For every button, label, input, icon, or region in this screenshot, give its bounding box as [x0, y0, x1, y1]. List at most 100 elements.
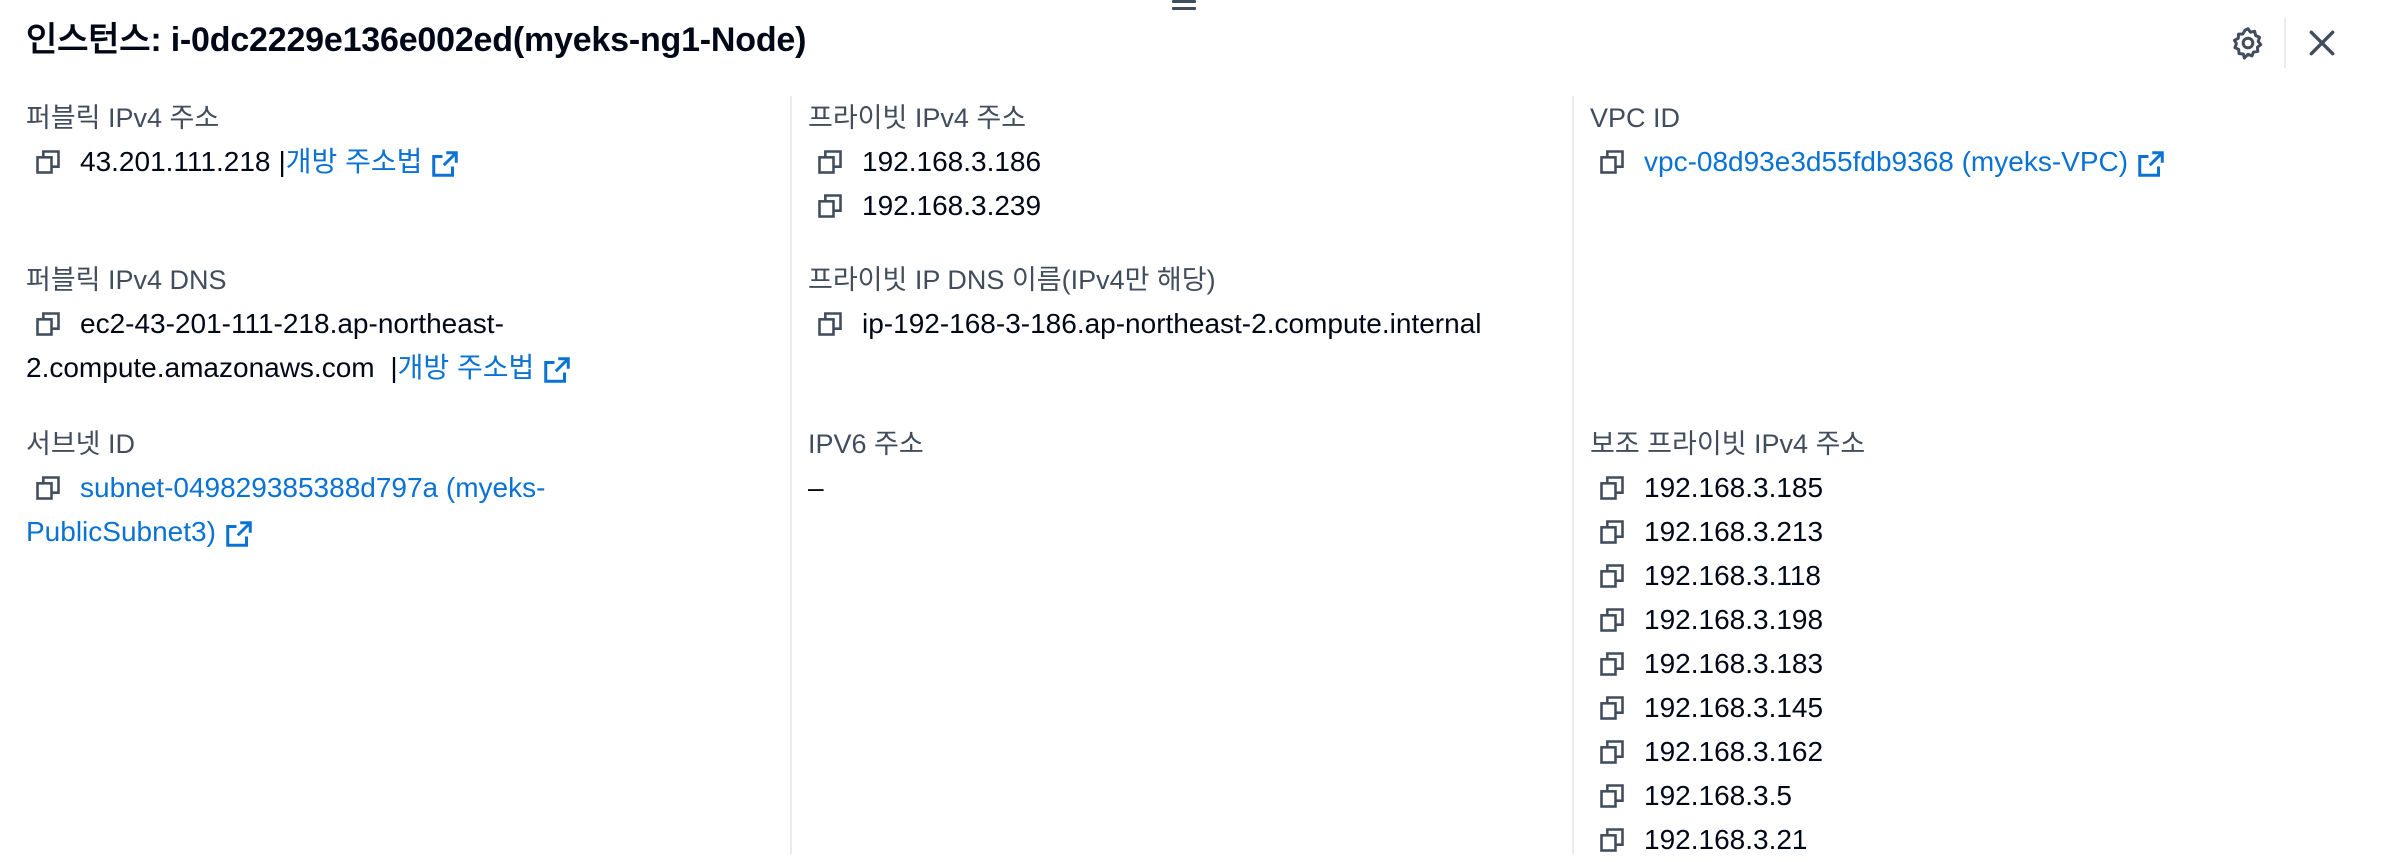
resize-handle-icon[interactable]: [1172, 0, 1196, 14]
external-link-icon: [2136, 149, 2166, 179]
copy-icon: [1600, 608, 1624, 632]
secondary-private-ipv4-field: 보조 프라이빗 IPv4 주소 192.168.3.185 192.168.3.…: [1590, 422, 2350, 862]
open-address-link[interactable]: 개방 주소법: [398, 352, 573, 383]
copy-button[interactable]: [1590, 598, 1634, 642]
column-divider: [790, 96, 792, 854]
ip-value: 192.168.3.213: [1644, 516, 1824, 547]
field-label: 퍼블릭 IPv4 주소: [26, 103, 220, 133]
copy-icon: [1600, 740, 1624, 764]
subnet-id-field: 서브넷 ID subnet-049829385388d797a (myeks- …: [26, 422, 766, 554]
column-divider: [1572, 96, 1574, 854]
ip-value: 192.168.3.145: [1644, 692, 1824, 723]
copy-button[interactable]: [1590, 510, 1634, 554]
external-link-icon: [224, 519, 254, 549]
copy-button[interactable]: [1590, 140, 1634, 184]
link-label: 개방 주소법: [285, 146, 423, 177]
copy-button[interactable]: [808, 302, 852, 346]
ipv6-field: IPV6 주소 –: [808, 422, 1548, 510]
ip-value: 192.168.3.21: [1644, 824, 1808, 855]
private-dns-value: ip-192-168-3-186.ap-northeast-2.compute.…: [862, 308, 1482, 339]
copy-icon: [1600, 520, 1624, 544]
external-link-icon: [430, 149, 460, 179]
list-item: 192.168.3.118: [1590, 554, 2350, 598]
vpc-link[interactable]: vpc-08d93e3d55fdb9368 (myeks-VPC): [1644, 140, 2166, 184]
copy-button[interactable]: [1590, 818, 1634, 862]
copy-button[interactable]: [1590, 686, 1634, 730]
copy-button[interactable]: [808, 140, 852, 184]
secondary-ip-list: 192.168.3.185 192.168.3.213 192.168.3.11…: [1590, 466, 2350, 862]
gear-icon: [2233, 27, 2263, 60]
ipv6-value: –: [808, 472, 824, 503]
public-ipv4-value: 43.201.111.218: [80, 146, 271, 177]
copy-button[interactable]: [1590, 554, 1634, 598]
list-item: 192.168.3.145: [1590, 686, 2350, 730]
close-button[interactable]: [2300, 21, 2344, 65]
copy-button[interactable]: [26, 140, 70, 184]
settings-button[interactable]: [2226, 21, 2270, 65]
header-divider: [2284, 18, 2286, 68]
list-item: 192.168.3.239: [808, 184, 1548, 228]
header-actions: [2226, 18, 2344, 68]
copy-icon: [818, 194, 842, 218]
separator: |: [278, 146, 286, 177]
list-item: 192.168.3.186: [808, 140, 1548, 184]
copy-button[interactable]: [26, 302, 70, 346]
copy-icon: [818, 312, 842, 336]
list-item: 192.168.3.21: [1590, 818, 2350, 862]
copy-icon: [1600, 828, 1624, 852]
list-item: 192.168.3.5: [1590, 774, 2350, 818]
link-label: vpc-08d93e3d55fdb9368 (myeks-VPC): [1644, 146, 2129, 177]
field-value-row: ec2-43-201-111-218.ap-northeast-: [26, 302, 766, 346]
copy-icon: [1600, 476, 1624, 500]
ip-value: 192.168.3.239: [862, 190, 1042, 221]
ip-value: 192.168.3.198: [1644, 604, 1824, 635]
link-label: 개방 주소법: [397, 352, 535, 383]
field-value-row: subnet-049829385388d797a (myeks-: [26, 466, 766, 510]
ip-value: 192.168.3.183: [1644, 648, 1824, 679]
field-value-row: 43.201.111.218 | 개방 주소법: [26, 140, 766, 184]
list-item: 192.168.3.183: [1590, 642, 2350, 686]
copy-button[interactable]: [26, 466, 70, 510]
private-dns-field: 프라이빗 IP DNS 이름(IPv4만 해당) ip-192-168-3-18…: [808, 258, 1548, 346]
copy-icon: [818, 150, 842, 174]
open-address-link[interactable]: 개방 주소법: [286, 140, 461, 184]
copy-icon: [1600, 564, 1624, 588]
ip-value: 192.168.3.5: [1644, 780, 1792, 811]
subnet-link[interactable]: PublicSubnet3): [26, 516, 254, 547]
field-label: 보조 프라이빗 IPv4 주소: [1590, 429, 1866, 459]
public-dns-value-line1: ec2-43-201-111-218.ap-northeast-: [80, 308, 504, 339]
copy-button[interactable]: [1590, 466, 1634, 510]
external-link-icon: [542, 355, 572, 385]
ip-value: 192.168.3.118: [1644, 560, 1821, 591]
vpc-id-field: VPC ID vpc-08d93e3d55fdb9368 (myeks-VPC): [1590, 96, 2350, 184]
field-label: 퍼블릭 IPv4 DNS: [26, 265, 227, 295]
copy-button[interactable]: [1590, 730, 1634, 774]
field-label: 프라이빗 IPv4 주소: [808, 103, 1027, 133]
public-dns-field: 퍼블릭 IPv4 DNS ec2-43-201-111-218.ap-north…: [26, 258, 766, 390]
copy-icon: [1600, 784, 1624, 808]
field-label: 서브넷 ID: [26, 429, 136, 459]
link-label: PublicSubnet3): [26, 516, 216, 547]
public-dns-value-line2: 2.compute.amazonaws.com: [26, 352, 375, 383]
copy-icon: [36, 312, 60, 336]
list-item: 192.168.3.198: [1590, 598, 2350, 642]
copy-button[interactable]: [808, 184, 852, 228]
subnet-link[interactable]: subnet-049829385388d797a (myeks-: [80, 466, 545, 510]
copy-button[interactable]: [1590, 642, 1634, 686]
details-column-3: VPC ID vpc-08d93e3d55fdb9368 (myeks-VPC)…: [1590, 96, 2350, 855]
details-column-1: 퍼블릭 IPv4 주소 43.201.111.218 | 개방 주소법 퍼블릭 …: [26, 96, 766, 854]
page-title: 인스턴스: i-0dc2229e136e002ed(myeks-ng1-Node…: [26, 21, 807, 59]
field-value-row: ip-192-168-3-186.ap-northeast-2.compute.…: [808, 302, 1548, 346]
field-label: IPV6 주소: [808, 429, 924, 459]
drawer-header: 인스턴스: i-0dc2229e136e002ed(myeks-ng1-Node…: [26, 18, 2344, 68]
copy-icon: [36, 150, 60, 174]
field-label: 프라이빗 IP DNS 이름(IPv4만 해당): [808, 265, 1216, 295]
ip-value: 192.168.3.186: [862, 146, 1042, 177]
close-icon: [2309, 30, 2335, 56]
copy-button[interactable]: [1590, 774, 1634, 818]
separator: |: [390, 352, 398, 383]
ip-value: 192.168.3.162: [1644, 736, 1824, 767]
field-value-row: PublicSubnet3): [26, 510, 766, 554]
copy-icon: [36, 476, 60, 500]
field-label: VPC ID: [1590, 103, 1681, 133]
